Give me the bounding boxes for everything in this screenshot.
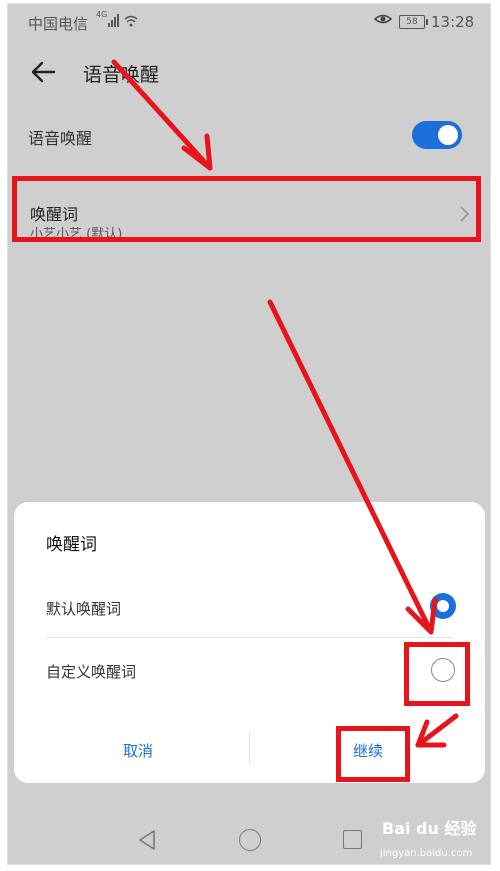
watermark-logo: Bai du 经验	[382, 819, 477, 838]
watermark-url: jingyan.baidu.com	[380, 848, 473, 859]
annotation-arrows	[111, 59, 459, 748]
arrow-to-custom-radio	[267, 299, 434, 635]
arrow-to-wake-row	[111, 59, 213, 171]
